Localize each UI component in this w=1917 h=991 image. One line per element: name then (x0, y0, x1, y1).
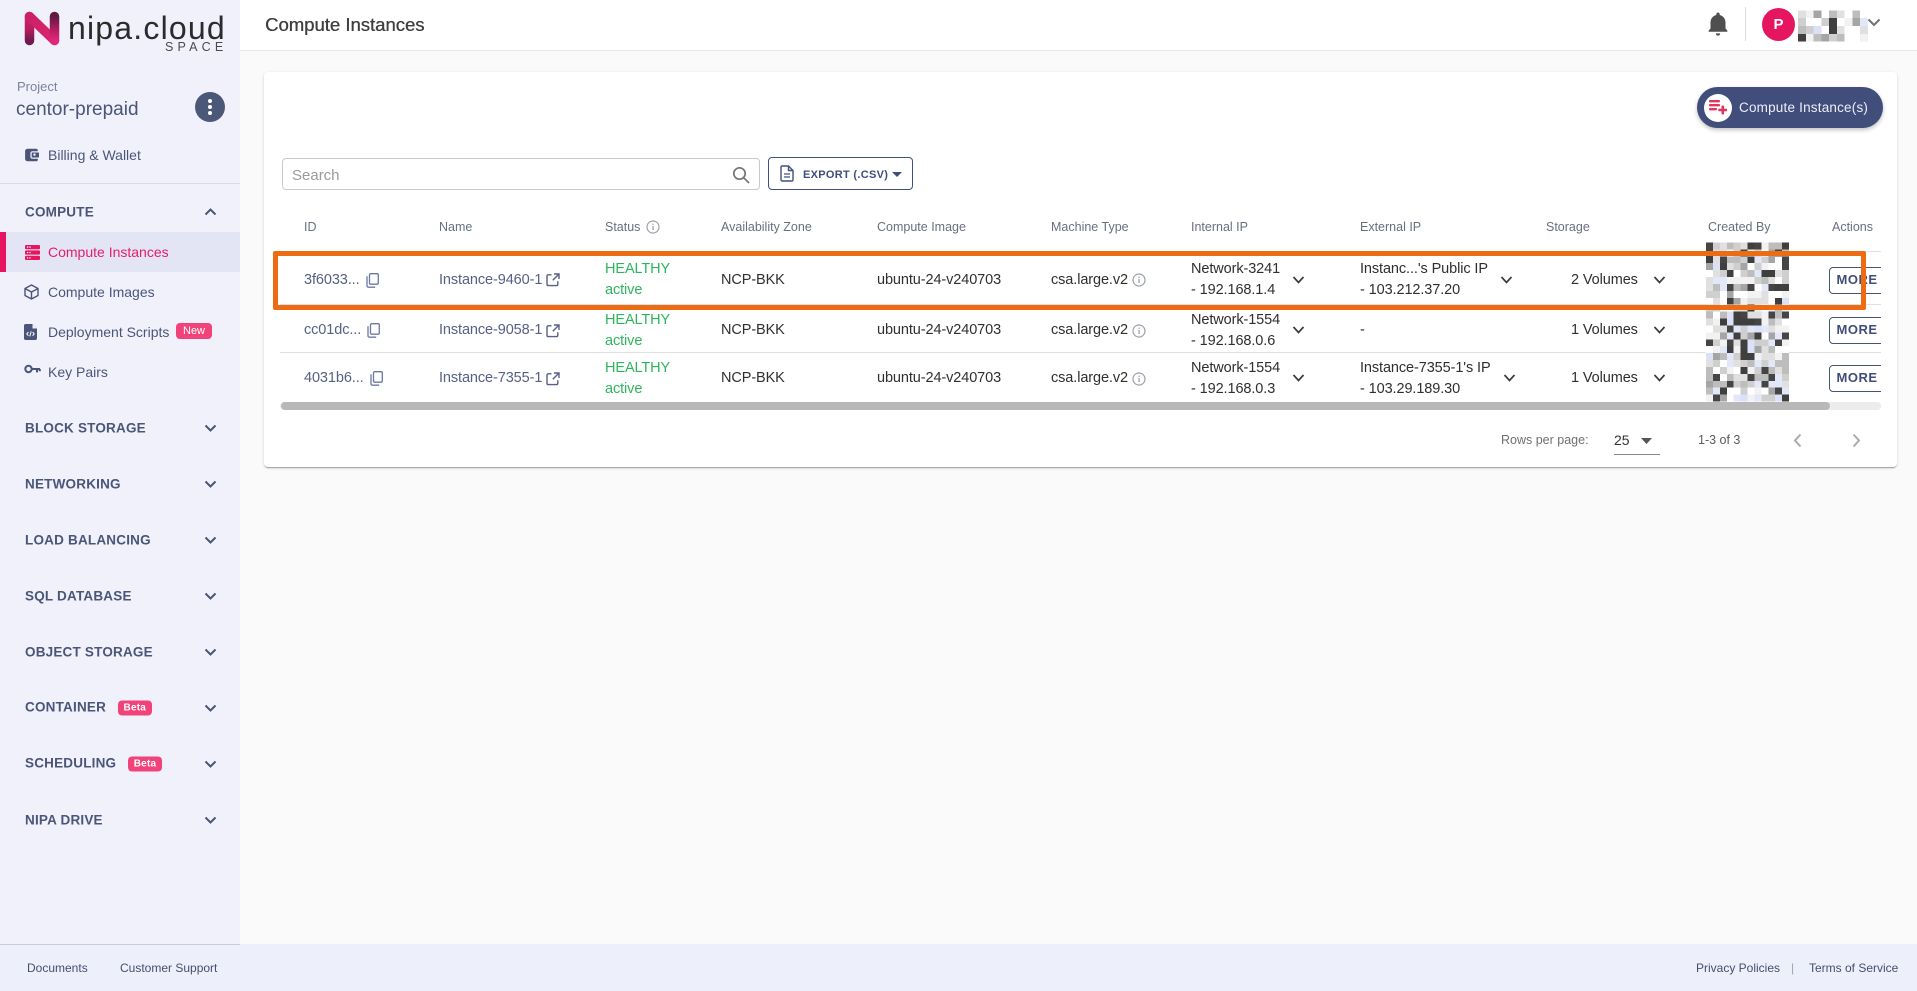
svg-text:SPACE: SPACE (165, 40, 226, 52)
